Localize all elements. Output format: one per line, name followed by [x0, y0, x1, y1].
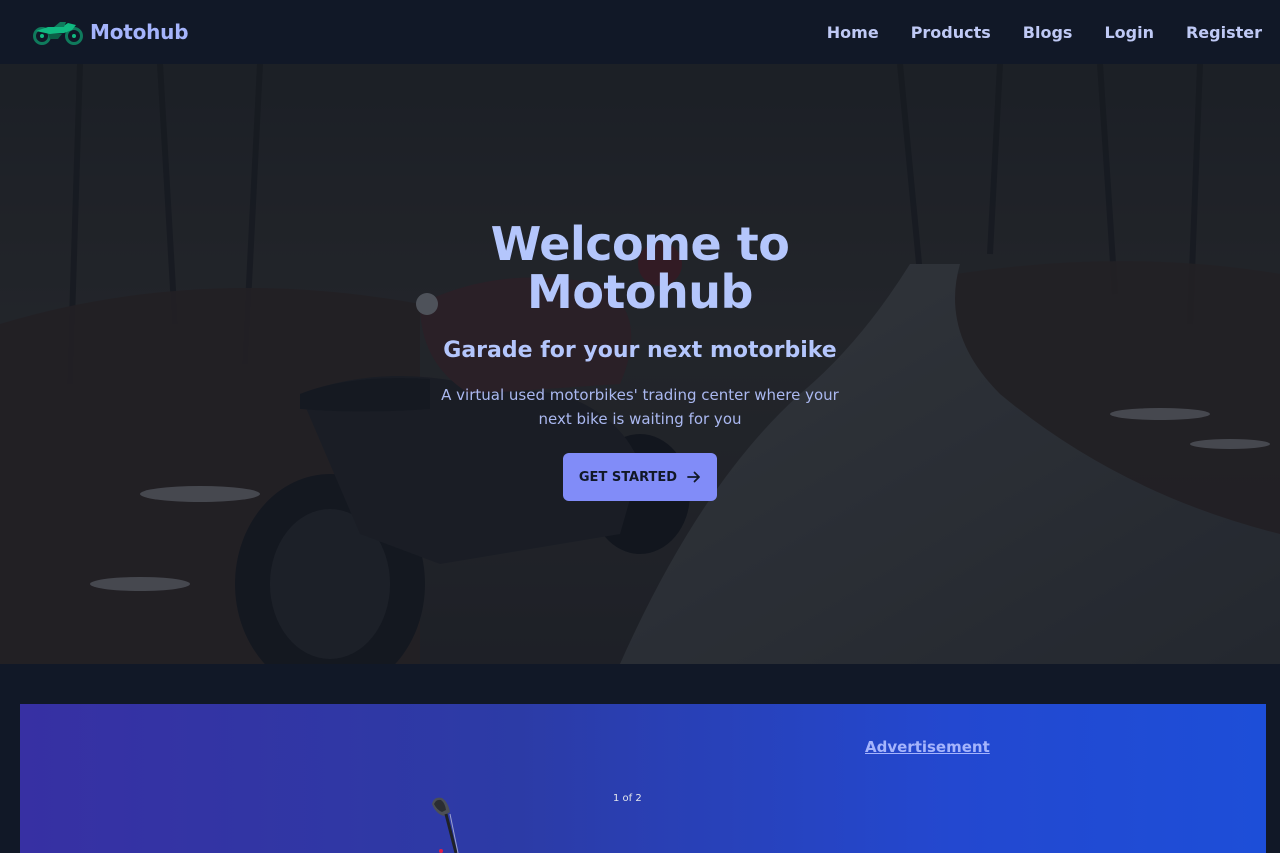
hero-title: Welcome to Motohub — [490, 217, 790, 319]
hero-description: A virtual used motorbikes' trading cente… — [441, 386, 839, 428]
arrow-right-icon — [687, 471, 700, 483]
nav-link-products[interactable]: Products — [911, 23, 991, 42]
advertisement-section: Advertisement 1 of 2 — [20, 704, 1266, 853]
brand-name: Motohub — [90, 20, 189, 44]
nav-link-blogs[interactable]: Blogs — [1023, 23, 1073, 42]
hero-section: Welcome to Motohub Garade for your next … — [0, 64, 1280, 664]
hero-content: Welcome to Motohub Garade for your next … — [0, 64, 1280, 664]
nav-link-login[interactable]: Login — [1104, 23, 1154, 42]
advertisement-title[interactable]: Advertisement — [865, 738, 990, 756]
nav-links: Home Products Blogs Login Register — [827, 23, 1262, 42]
get-started-label: GET STARTED — [578, 469, 678, 485]
navbar: Motohub Home Products Blogs Login Regist… — [0, 0, 1280, 64]
motorcycle-icon — [33, 22, 83, 45]
nav-link-register[interactable]: Register — [1186, 23, 1262, 42]
get-started-button[interactable]: GET STARTED — [562, 453, 718, 501]
hero-subtitle: Garade for your next motorbike — [443, 338, 837, 363]
nav-link-home[interactable]: Home — [827, 23, 879, 42]
slide-counter: 1 of 2 — [613, 793, 642, 804]
brand-link[interactable]: Motohub — [32, 19, 189, 45]
ad-motorcycle-image — [432, 797, 459, 853]
